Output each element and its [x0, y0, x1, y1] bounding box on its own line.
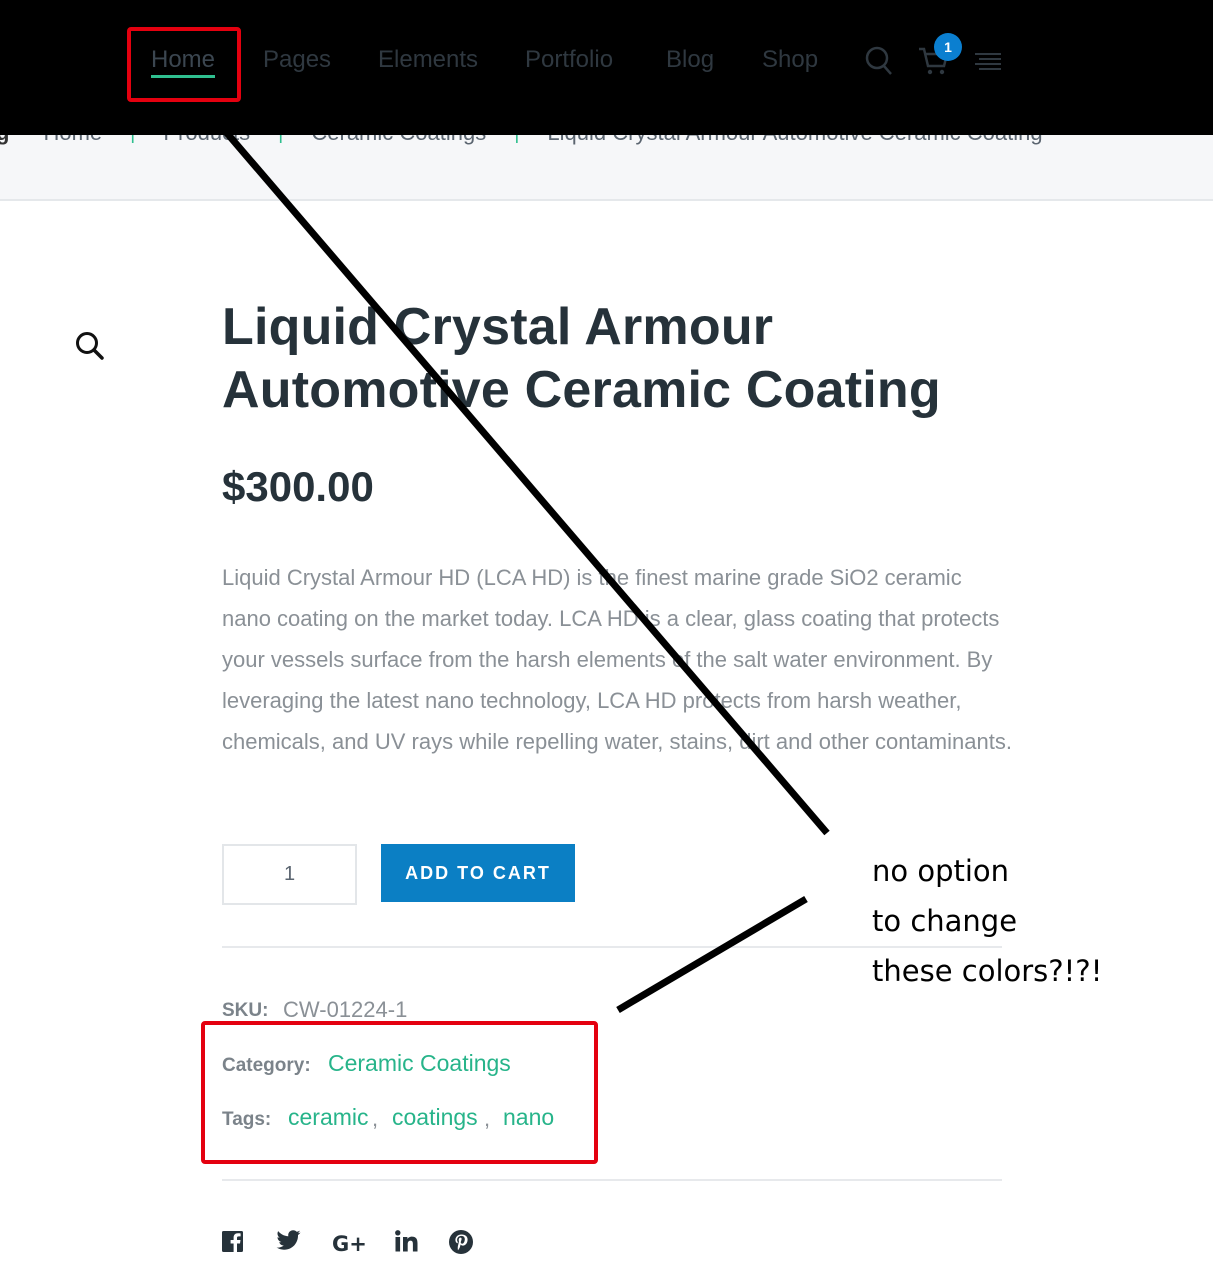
annotation-highlight-meta [201, 1021, 598, 1164]
annotation-line: no option [872, 854, 1010, 888]
annotation-highlight-home [127, 27, 241, 102]
annotation-note: no option to change these colors?!?! [872, 846, 1102, 996]
annotation-arrows [223, 129, 830, 1014]
annotation-line: to change [872, 904, 1018, 938]
annotation-line: these colors?!?! [872, 954, 1103, 988]
